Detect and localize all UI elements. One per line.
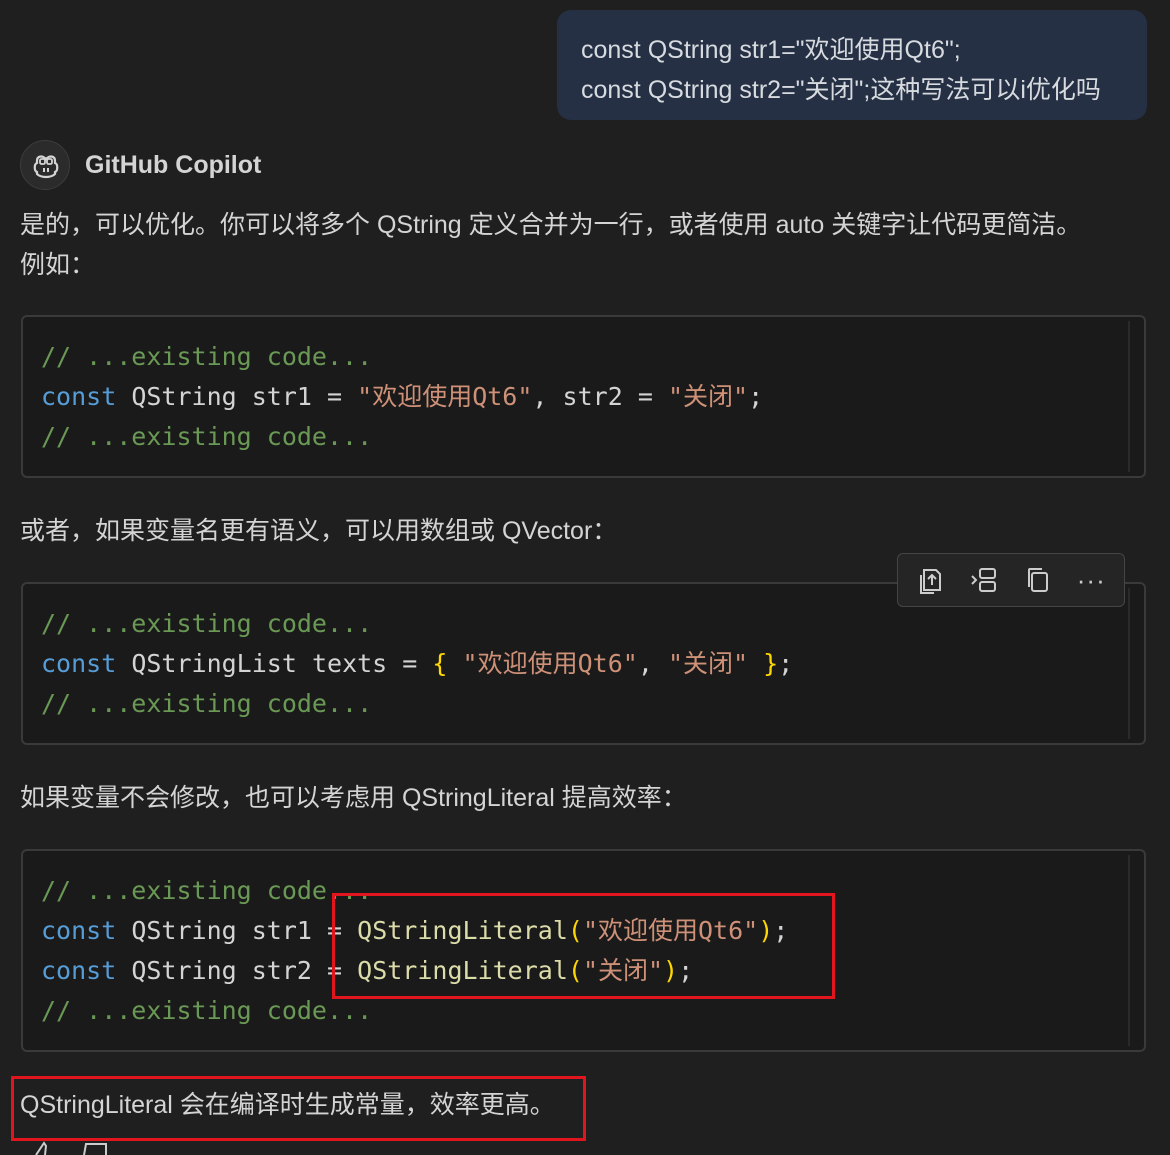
user-message-line: const QString str1="欢迎使用Qt6"; bbox=[581, 36, 961, 64]
code-line: const QStringList texts = { "欢迎使用Qt6", "… bbox=[41, 644, 1126, 684]
insert-at-cursor-icon bbox=[919, 569, 941, 594]
code-operator: = bbox=[402, 649, 418, 678]
code-operator: = bbox=[637, 382, 653, 411]
user-message-bubble: const QString str1="欢迎使用Qt6"; const QStr… bbox=[557, 10, 1147, 120]
insert-at-cursor-button[interactable] bbox=[911, 560, 951, 600]
code-keyword: const bbox=[41, 649, 117, 678]
code-string: "欢迎使用Qt6" bbox=[357, 382, 533, 411]
annotation-highlight-box bbox=[11, 1076, 586, 1141]
code-line: // ...existing code... bbox=[41, 684, 1126, 724]
copy-icon bbox=[1027, 568, 1048, 592]
response-paragraph: 如果变量不会修改，也可以考虑用 QStringLiteral 提高效率： bbox=[20, 784, 687, 812]
code-comment: // ...existing code... bbox=[41, 422, 373, 451]
code-type: QString bbox=[131, 956, 237, 985]
code-line: // ...existing code... bbox=[41, 337, 1126, 377]
avatar bbox=[20, 140, 70, 190]
thumbs-down-icon[interactable] bbox=[80, 1140, 110, 1155]
code-keyword: const bbox=[41, 916, 117, 945]
assistant-name: GitHub Copilot bbox=[85, 151, 262, 179]
more-actions-icon: ··· bbox=[1076, 564, 1106, 595]
code-string: "关闭" bbox=[667, 649, 749, 678]
code-punctuation: ; bbox=[778, 649, 794, 678]
code-scrollbar[interactable] bbox=[1128, 321, 1130, 472]
code-operator: = bbox=[327, 382, 343, 411]
code-punctuation: ; bbox=[748, 382, 764, 411]
code-comment: // ...existing code... bbox=[41, 876, 373, 905]
code-punctuation: , bbox=[637, 649, 653, 678]
code-comment: // ...existing code... bbox=[41, 342, 373, 371]
insert-into-terminal-button[interactable] bbox=[964, 560, 1004, 600]
code-keyword: const bbox=[41, 956, 117, 985]
code-variable: str1 bbox=[251, 382, 312, 411]
code-line: // ...existing code... bbox=[41, 604, 1126, 644]
response-paragraph: 是的，可以优化。你可以将多个 QString 定义合并为一行，或者使用 auto… bbox=[20, 205, 1140, 285]
annotation-highlight-box bbox=[332, 893, 835, 999]
code-comment: // ...existing code... bbox=[41, 609, 373, 638]
more-actions-button[interactable]: ··· bbox=[1071, 560, 1111, 600]
paragraph-line: 是的，可以优化。你可以将多个 QString 定义合并为一行，或者使用 auto… bbox=[20, 211, 1082, 239]
code-comment: // ...existing code... bbox=[41, 996, 373, 1025]
response-paragraph: 或者，如果变量名更有语义，可以用数组或 QVector： bbox=[20, 517, 618, 545]
code-string: "关闭" bbox=[667, 382, 749, 411]
code-variable: texts bbox=[311, 649, 388, 678]
thumbs-up-icon[interactable] bbox=[32, 1140, 62, 1155]
code-variable: str1 bbox=[251, 916, 312, 945]
code-punctuation: , bbox=[532, 382, 548, 411]
code-variable: str2 bbox=[251, 956, 312, 985]
code-keyword: const bbox=[41, 382, 117, 411]
code-block-toolbar: ··· bbox=[897, 553, 1125, 607]
code-bracket: } bbox=[763, 649, 779, 678]
copy-button[interactable] bbox=[1018, 560, 1058, 600]
code-block-1[interactable]: // ...existing code... const QString str… bbox=[21, 315, 1146, 478]
code-comment: // ...existing code... bbox=[41, 689, 373, 718]
copilot-icon bbox=[33, 155, 59, 179]
code-scrollbar[interactable] bbox=[1128, 855, 1130, 1046]
code-type: QString bbox=[131, 916, 237, 945]
code-variable: str2 bbox=[562, 382, 623, 411]
user-message-line: const QString str2="关闭";这种写法可以i优化吗 bbox=[581, 76, 1101, 104]
code-type: QStringList bbox=[131, 649, 297, 678]
insert-into-new-file-icon bbox=[971, 568, 997, 592]
code-type: QString bbox=[131, 382, 237, 411]
code-line: const QString str1 = "欢迎使用Qt6", str2 = "… bbox=[41, 377, 1126, 417]
code-scrollbar[interactable] bbox=[1128, 588, 1130, 739]
paragraph-line: 例如： bbox=[20, 251, 96, 279]
code-string: "欢迎使用Qt6" bbox=[462, 649, 638, 678]
code-line: // ...existing code... bbox=[41, 417, 1126, 457]
code-bracket: { bbox=[432, 649, 448, 678]
